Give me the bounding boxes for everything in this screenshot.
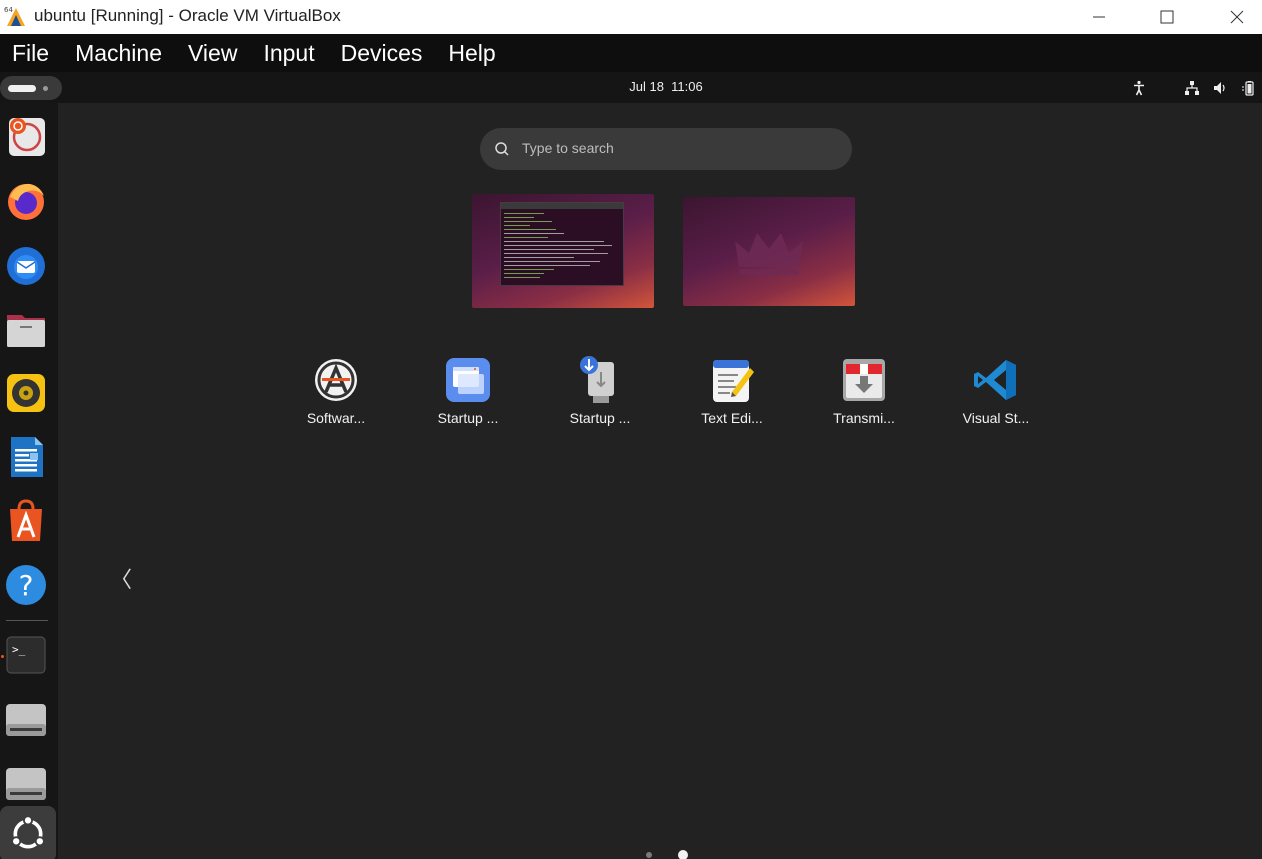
show-applications-button[interactable] <box>0 806 56 859</box>
battery-icon[interactable] <box>1241 79 1257 97</box>
dock-libreoffice-writer[interactable] <box>3 434 49 480</box>
virtualbox-icon: 64 <box>3 4 29 28</box>
dock-separator <box>6 620 48 621</box>
vscode-icon <box>972 356 1020 404</box>
app-center-icon <box>10 499 42 541</box>
menubar: File Machine View Input Devices Help <box>0 34 1262 72</box>
thunderbird-icon <box>7 247 45 285</box>
app-label: Startup ... <box>569 410 631 426</box>
dock-terminal[interactable]: >_ <box>3 632 49 678</box>
dock-drive-2[interactable] <box>3 761 49 807</box>
dock-firefox[interactable] <box>3 178 49 224</box>
app-software-updater[interactable]: Softwar... <box>286 356 386 426</box>
wallpaper-crown-icon <box>735 233 803 275</box>
dock-files[interactable] <box>3 306 49 352</box>
running-indicator <box>1 655 4 658</box>
files-icon <box>7 315 45 347</box>
app-label: Visual St... <box>962 410 1030 426</box>
workspace-thumbnail-1[interactable] <box>472 194 654 308</box>
app-label: Text Edi... <box>701 410 763 426</box>
previous-page-arrow-icon[interactable]: 〈 <box>110 562 132 594</box>
page-indicator-2[interactable] <box>678 850 688 859</box>
menu-input[interactable]: Input <box>250 34 327 72</box>
network-icon[interactable] <box>1184 79 1200 97</box>
app-label: Softwar... <box>306 410 366 426</box>
window-title: ubuntu [Running] - Oracle VM VirtualBox <box>34 6 341 25</box>
help-guide-icon <box>9 118 45 156</box>
text-editor-icon <box>708 356 756 404</box>
page-indicator-1[interactable] <box>646 852 652 858</box>
app-transmission[interactable]: Transmi... <box>814 356 914 426</box>
ubuntu-logo-icon <box>11 815 45 849</box>
writer-icon <box>11 437 43 477</box>
dock: ? >_ <box>0 103 58 859</box>
menu-help[interactable]: Help <box>435 34 508 72</box>
menu-machine[interactable]: Machine <box>62 34 175 72</box>
startup-disk-creator-icon <box>576 356 624 404</box>
dock-ubuntu-guide[interactable] <box>3 113 49 159</box>
help-icon: ? <box>6 565 46 605</box>
menu-view[interactable]: View <box>175 34 250 72</box>
dock-rhythmbox[interactable] <box>3 370 49 416</box>
workspace-thumbnail-2[interactable] <box>683 197 855 306</box>
dock-ubuntu-software[interactable] <box>3 498 49 544</box>
gnome-top-bar: Jul 18 11:06 <box>0 72 1262 103</box>
startup-applications-icon <box>444 356 492 404</box>
volume-icon[interactable] <box>1212 79 1228 97</box>
software-updater-icon <box>312 356 360 404</box>
drive-icon <box>6 704 46 736</box>
maximize-icon[interactable] <box>1144 0 1190 34</box>
guest-screen: Jul 18 11:06 ? >_ Type to search Softwar… <box>0 72 1262 859</box>
dock-thunderbird[interactable] <box>3 242 49 288</box>
search-icon <box>495 142 509 156</box>
firefox-icon <box>8 183 44 220</box>
dock-help[interactable]: ? <box>3 562 49 608</box>
svg-text:64: 64 <box>4 6 13 14</box>
terminal-window-thumbnail[interactable] <box>500 202 624 286</box>
menu-devices[interactable]: Devices <box>328 34 436 72</box>
search-input[interactable]: Type to search <box>480 128 852 170</box>
transmission-icon <box>840 356 888 404</box>
app-startup-disk-creator[interactable]: Startup ... <box>550 356 650 426</box>
app-label: Startup ... <box>437 410 499 426</box>
svg-text:>_: >_ <box>12 643 26 656</box>
clock-date: Jul 18 <box>629 79 664 94</box>
rhythmbox-icon <box>7 374 45 412</box>
search-placeholder: Type to search <box>522 140 614 156</box>
close-icon[interactable] <box>1214 0 1260 34</box>
svg-text:?: ? <box>19 569 34 602</box>
app-visual-studio-code[interactable]: Visual St... <box>946 356 1046 426</box>
terminal-icon: >_ <box>6 636 46 674</box>
accessibility-icon[interactable] <box>1131 79 1147 97</box>
clock[interactable]: Jul 18 11:06 <box>0 79 1262 94</box>
app-label: Transmi... <box>833 410 895 426</box>
window-titlebar: 64 ubuntu [Running] - Oracle VM VirtualB… <box>0 0 1262 34</box>
dock-drive-1[interactable] <box>3 697 49 743</box>
app-startup-applications[interactable]: Startup ... <box>418 356 518 426</box>
app-text-editor[interactable]: Text Edi... <box>682 356 782 426</box>
drive-icon <box>6 768 46 800</box>
menu-file[interactable]: File <box>0 34 62 72</box>
minimize-icon[interactable] <box>1076 0 1122 34</box>
clock-time: 11:06 <box>671 79 703 94</box>
